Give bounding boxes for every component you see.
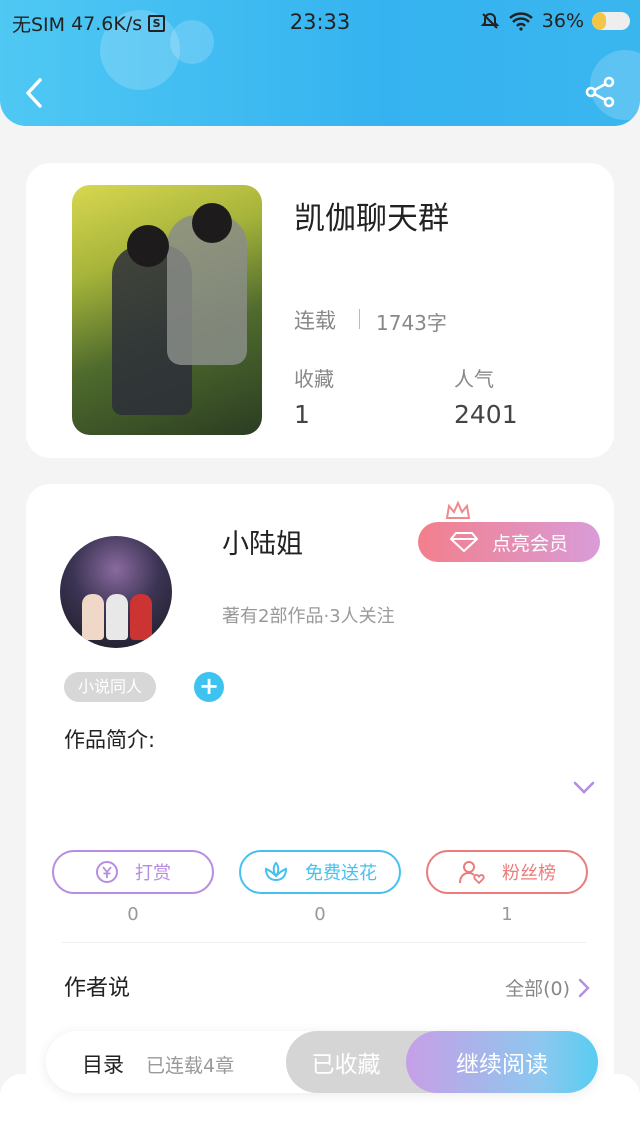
- status-bar: 无SIM 47.6K/s S 23:33 36%: [0, 8, 640, 38]
- bell-muted-icon: [480, 12, 500, 29]
- chapter-count: 已连载4章: [146, 1055, 235, 1077]
- avatar-person: [106, 594, 128, 640]
- cover-figure-head: [192, 203, 232, 243]
- favorites-value: 1: [294, 400, 310, 429]
- flower-count: 0: [314, 904, 326, 925]
- book-title: 凯伽聊天群: [294, 201, 449, 237]
- fan-heart-icon: [459, 861, 485, 885]
- chevron-right-icon: [578, 978, 590, 997]
- crown-icon: [445, 500, 471, 519]
- tip-label: 打赏: [135, 863, 171, 884]
- chevron-down-icon[interactable]: [572, 780, 596, 796]
- wifi-icon: [508, 12, 533, 31]
- book-cover-image[interactable]: [72, 185, 262, 435]
- toc-button[interactable]: 目录: [82, 1049, 124, 1079]
- author-says-all-label: 全部(0): [505, 978, 570, 1000]
- yen-coin-icon: [96, 861, 118, 883]
- book-info-card: 凯伽聊天群 连载 1743字 收藏 人气 1 2401: [26, 163, 614, 458]
- collected-label: 已收藏: [311, 1052, 381, 1078]
- send-flower-button[interactable]: 免费送花: [239, 850, 401, 894]
- fan-ranking-label: 粉丝榜: [502, 863, 556, 884]
- diamond-icon: [449, 532, 478, 553]
- author-avatar[interactable]: [60, 536, 172, 648]
- send-flower-label: 免费送花: [305, 863, 377, 884]
- flower-icon: [264, 861, 288, 882]
- chevron-left-icon[interactable]: [22, 76, 46, 110]
- divider: [62, 942, 586, 943]
- popularity-value: 2401: [454, 400, 518, 429]
- battery-fill: [592, 12, 606, 30]
- continue-reading-label: 继续阅读: [456, 1052, 548, 1078]
- tip-count: 0: [127, 904, 139, 925]
- author-meta: 著有2部作品·3人关注: [222, 606, 395, 627]
- fan-count: 1: [501, 904, 513, 925]
- vip-button-label: 点亮会员: [491, 532, 568, 555]
- divider: [359, 309, 360, 329]
- bottom-action-bar: 目录 已连载4章 已收藏 继续阅读: [46, 1031, 598, 1093]
- tip-button[interactable]: 打赏: [52, 850, 214, 894]
- fan-ranking-button[interactable]: 粉丝榜: [426, 850, 588, 894]
- header-bar: 无SIM 47.6K/s S 23:33 36%: [0, 0, 640, 126]
- add-tag-button[interactable]: +: [194, 672, 224, 702]
- avatar-person: [130, 594, 152, 640]
- cover-figure-head: [127, 225, 169, 267]
- avatar-person: [82, 594, 104, 640]
- popularity-label: 人气: [454, 367, 494, 391]
- author-says-title: 作者说: [64, 976, 131, 1001]
- battery-percent: 36%: [541, 10, 584, 32]
- book-status: 连载: [294, 309, 336, 333]
- author-says-all-link[interactable]: 全部(0): [505, 974, 590, 1001]
- battery-icon: [592, 12, 630, 30]
- vip-button[interactable]: 点亮会员: [418, 522, 600, 562]
- author-name[interactable]: 小陆姐: [222, 522, 303, 561]
- favorites-label: 收藏: [294, 367, 334, 391]
- intro-label: 作品简介:: [64, 728, 156, 752]
- share-icon[interactable]: [584, 76, 616, 108]
- book-word-count: 1743字: [376, 311, 447, 335]
- continue-reading-button[interactable]: 继续阅读: [406, 1031, 598, 1093]
- category-tag[interactable]: 小说同人: [64, 672, 157, 702]
